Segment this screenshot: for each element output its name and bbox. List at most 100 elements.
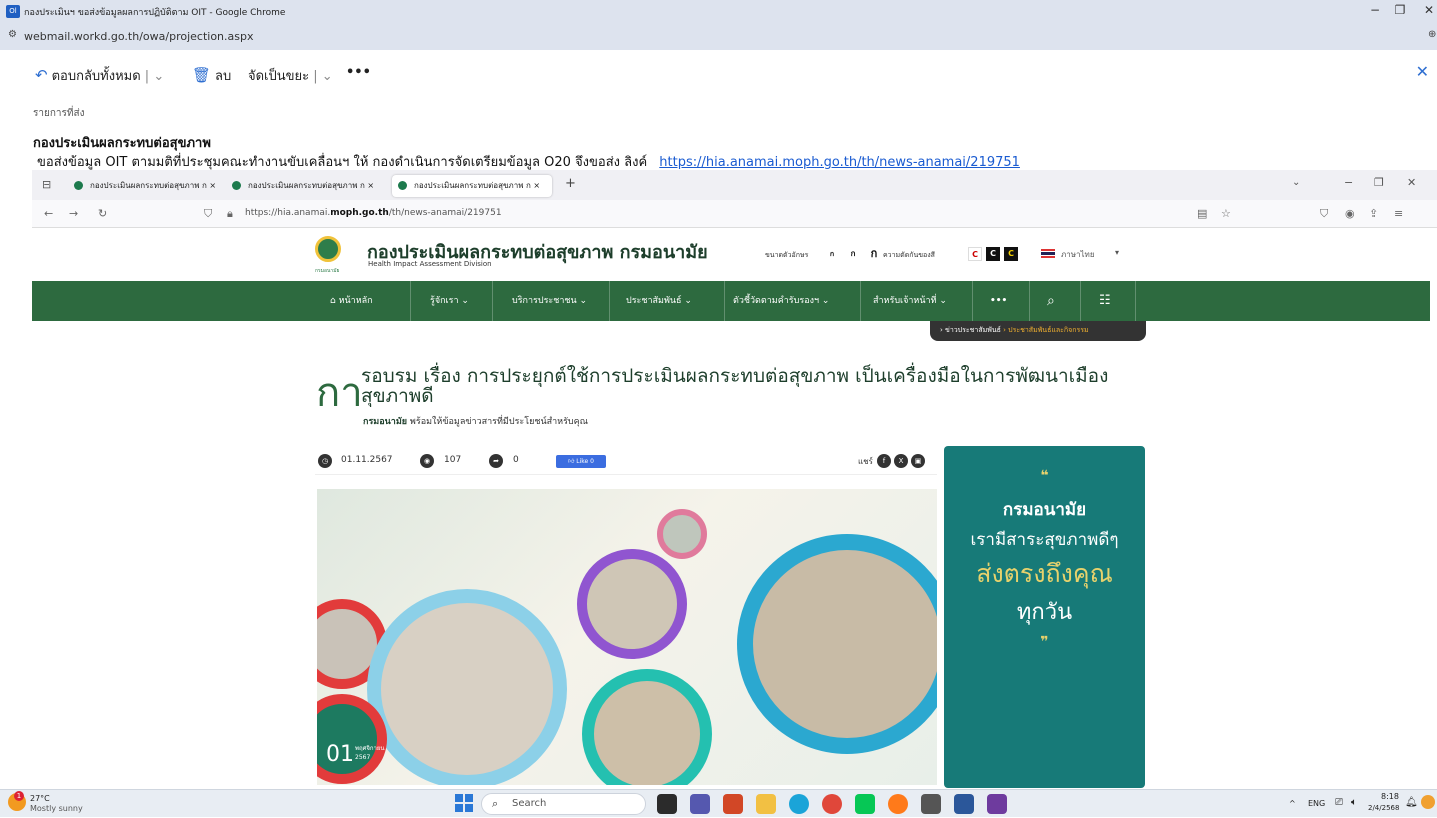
reader-view-icon[interactable]: ▤: [1197, 207, 1207, 220]
contrast-dark-button[interactable]: C: [986, 247, 1000, 261]
quote-line-1: กรมอนามัย: [1002, 500, 1087, 520]
firefox-icon[interactable]: [888, 794, 908, 814]
lock-icon[interactable]: 🔒︎: [227, 207, 233, 221]
pocket-icon[interactable]: ⛉: [1320, 207, 1328, 221]
printer-app-icon[interactable]: [921, 794, 941, 814]
clock-date[interactable]: 2/4/2568: [1368, 804, 1399, 812]
task-view-icon[interactable]: [657, 794, 677, 814]
facebook-like-button[interactable]: 👍︎ Like 0: [556, 455, 606, 468]
address-url[interactable]: webmail.workd.go.th/owa/projection.aspx: [24, 30, 254, 43]
restore-button[interactable]: ❐: [1390, 3, 1410, 17]
font-size-large-button[interactable]: ก: [867, 247, 881, 261]
junk-button[interactable]: จัดเป็นขยะ | ⌄: [248, 65, 333, 86]
weather-temperature[interactable]: 27°C: [30, 794, 50, 803]
teams-icon[interactable]: [690, 794, 710, 814]
window-title: กองประเมินฯ ขอส่งข้อมูลผลการปฏิบัติตาม O…: [24, 8, 286, 18]
reply-all-button[interactable]: ↶ ตอบกลับทั้งหมด | ⌄: [35, 65, 164, 86]
sitemap-icon[interactable]: ☷: [1099, 281, 1111, 321]
search-icon[interactable]: ⌕: [1047, 281, 1055, 321]
logo-caption: กรมอนามัย: [315, 268, 340, 274]
input-language[interactable]: ENG: [1308, 799, 1325, 808]
folder-label: รายการที่ส่ง: [33, 108, 85, 119]
ff-restore-icon[interactable]: ❐: [1374, 176, 1384, 189]
ff-minimize-icon[interactable]: −: [1344, 176, 1353, 189]
system-tray: ^ ENG ⎚ 🔈︎ 8:18 2/4/2568 🔔︎: [1237, 790, 1437, 818]
nav-more-icon[interactable]: •••: [990, 281, 1007, 321]
breadcrumb-parent[interactable]: ข่าวประชาสัมพันธ์: [945, 326, 1001, 334]
reload-icon[interactable]: ↻: [98, 207, 107, 220]
taskbar-search[interactable]: ⌕ Search: [481, 793, 646, 815]
quote-line-2: เรามีสาระสุขภาพดีๆ: [970, 530, 1119, 550]
font-size-medium-button[interactable]: ก: [846, 247, 860, 261]
minimize-button[interactable]: −: [1365, 3, 1385, 17]
shield-icon[interactable]: ⛉: [204, 207, 212, 221]
close-window-button[interactable]: ✕: [1419, 3, 1437, 17]
chevron-down-icon: ▾: [1114, 248, 1119, 257]
zoom-icon[interactable]: ⊕: [1428, 29, 1436, 40]
message-sender: กองประเมินผลกระทบต่อสุขภาพ: [33, 136, 211, 151]
list-tabs-chevron-icon[interactable]: ⌄: [1292, 177, 1300, 188]
photo-circle: [657, 509, 707, 559]
start-button[interactable]: [455, 794, 473, 812]
article-hero-image: [317, 489, 937, 785]
back-icon[interactable]: ←: [44, 207, 53, 220]
language-select[interactable]: ภาษาไทย ▾: [1035, 245, 1125, 263]
line-icon[interactable]: ▣: [911, 454, 925, 468]
clock-time[interactable]: 8:18: [1381, 792, 1399, 801]
nav-about[interactable]: รู้จักเรา ⌄: [430, 281, 469, 321]
firefox-url[interactable]: https://hia.anamai.moph.go.th/th/news-an…: [245, 208, 502, 218]
font-size-small-button[interactable]: ก: [825, 247, 839, 261]
close-reading-pane-icon[interactable]: ✕: [1416, 62, 1429, 81]
open-quote-icon: ❝: [1040, 468, 1049, 484]
network-icon[interactable]: ⎚: [1335, 797, 1343, 808]
x-twitter-icon[interactable]: X: [894, 454, 908, 468]
department-logo-icon[interactable]: [315, 236, 341, 262]
message-link[interactable]: https://hia.anamai.moph.go.th/th/news-an…: [659, 155, 1020, 170]
account-icon[interactable]: ◉: [1345, 207, 1355, 220]
chrome-icon[interactable]: [822, 794, 842, 814]
word-icon[interactable]: [954, 794, 974, 814]
firefox-tab-active[interactable]: กองประเมินผลกระทบต่อสุขภาพ ก ×: [392, 175, 552, 197]
photo-circle: [367, 589, 567, 785]
share-arrow-icon: ➦: [489, 454, 503, 468]
nav-public-services[interactable]: บริการประชาชน ⌄: [512, 281, 587, 321]
extensions-icon[interactable]: ⇪: [1369, 207, 1378, 220]
powerpoint-icon[interactable]: [723, 794, 743, 814]
tab-list-icon[interactable]: ⊟: [42, 178, 51, 191]
font-size-label: ขนาดตัวอักษร: [765, 251, 809, 259]
firefox-tab[interactable]: กองประเมินผลกระทบต่อสุขภาพ ก ×: [226, 175, 381, 197]
reply-all-label: ตอบกลับทั้งหมด: [51, 69, 141, 84]
notification-bell-icon[interactable]: 🔔︎: [1405, 797, 1418, 808]
windows-taskbar: 1 27°C Mostly sunny ⌕ Search ^ ENG ⎚ 🔈︎ …: [0, 789, 1437, 817]
nav-staff[interactable]: สำหรับเจ้าหน้าที่ ⌄: [873, 281, 947, 321]
weather-description[interactable]: Mostly sunny: [30, 804, 83, 813]
nav-indicators[interactable]: ตัวชี้วัดตามคำรับรองฯ ⌄: [733, 281, 829, 321]
contrast-normal-button[interactable]: C: [968, 247, 982, 261]
facebook-icon[interactable]: f: [877, 454, 891, 468]
firefox-tab-strip: ⊟ กองประเมินผลกระทบต่อสุขภาพ ก × กองประเ…: [32, 170, 1437, 200]
tray-overflow-chevron-icon[interactable]: ^: [1289, 799, 1296, 808]
copilot-icon[interactable]: [1421, 795, 1435, 809]
menu-hamburger-icon[interactable]: ≡: [1394, 207, 1403, 220]
site-favicon-icon: [398, 181, 407, 190]
nav-home[interactable]: ⌂ หน้าหลัก: [330, 281, 373, 321]
edge-icon[interactable]: [789, 794, 809, 814]
delete-label: ลบ: [215, 69, 232, 84]
delete-button[interactable]: 🗑 ลบ: [192, 65, 231, 86]
language-value: ภาษาไทย: [1061, 250, 1095, 259]
contrast-yellow-button[interactable]: C: [1004, 247, 1018, 261]
forward-icon[interactable]: →: [69, 207, 78, 220]
more-actions-button[interactable]: •••: [346, 65, 371, 80]
pdf-app-icon[interactable]: [987, 794, 1007, 814]
ff-close-icon[interactable]: ✕: [1407, 176, 1416, 189]
file-explorer-icon[interactable]: [756, 794, 776, 814]
nav-public-relations[interactable]: ประชาสัมพันธ์ ⌄: [626, 281, 692, 321]
bookmark-star-icon[interactable]: ☆: [1221, 207, 1231, 220]
line-app-icon[interactable]: [855, 794, 875, 814]
new-tab-button[interactable]: +: [565, 176, 576, 191]
volume-icon[interactable]: 🔈︎: [1351, 797, 1357, 808]
firefox-tab[interactable]: กองประเมินผลกระทบต่อสุขภาพ ก ×: [68, 175, 223, 197]
site-info-icon[interactable]: ⚙: [8, 29, 17, 40]
promo-quote-card: ❝ กรมอนามัย เรามีสาระสุขภาพดีๆ ส่งตรงถึง…: [944, 446, 1145, 788]
badge-year: 2567: [355, 754, 371, 761]
